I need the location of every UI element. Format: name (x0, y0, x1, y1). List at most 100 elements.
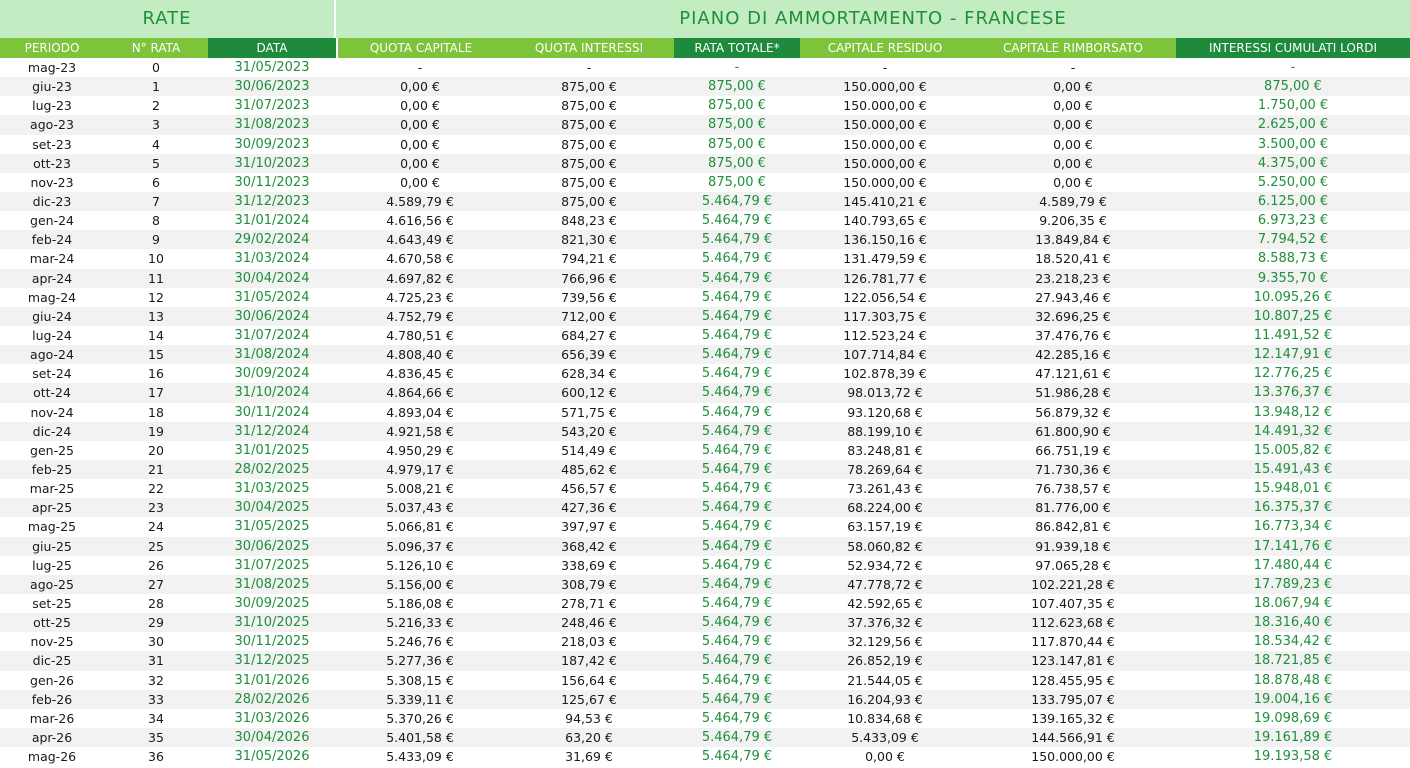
cell-quota-interessi: - (586, 60, 592, 75)
cell-quota-capitale: 4.589,79 € (386, 193, 454, 209)
cell-n-rata: 7 (152, 193, 160, 209)
cell-data: 31/12/2025 (234, 653, 310, 669)
cell-periodo: mar-25 (29, 481, 75, 497)
cell-interessi-cumulati: 17.141,76 € (1253, 538, 1333, 554)
cell-rata-totale: 5.464,79 € (701, 500, 773, 516)
cell-capitale-residuo: 126.781,77 € (843, 270, 927, 286)
cell-quota-capitale: 4.808,40 € (386, 347, 454, 363)
header-data: DATA (208, 38, 336, 58)
cell-n-rata: 17 (148, 385, 164, 401)
header-quota-interessi: QUOTA INTERESSI (504, 38, 674, 58)
cell-data: 31/05/2023 (234, 60, 310, 75)
cell-capitale-residuo: 102.878,39 € (843, 366, 927, 382)
cell-capitale-rimborsato: 150.000,00 € (1031, 749, 1115, 765)
cell-quota-interessi: 397,97 € (561, 519, 617, 535)
cell-periodo: nov-24 (30, 404, 74, 420)
cell-rata-totale: - (734, 60, 740, 75)
cell-n-rata: 25 (148, 538, 164, 554)
cell-periodo: ago-25 (30, 576, 74, 592)
cell-data: 30/06/2023 (234, 79, 310, 95)
cell-n-rata: 21 (148, 461, 164, 477)
cell-quota-interessi: 848,23 € (561, 213, 617, 229)
cell-interessi-cumulati: 11.491,52 € (1253, 327, 1333, 343)
cell-periodo: ott-24 (33, 385, 71, 401)
cell-periodo: apr-25 (31, 500, 73, 516)
cell-capitale-rimborsato: 56.879,32 € (1035, 404, 1111, 420)
cell-data: 31/07/2024 (234, 327, 310, 343)
cell-capitale-residuo: 117.303,75 € (843, 308, 927, 324)
table-row: mag-25 24 31/05/2025 5.066,81 € 397,97 € 5.46… (0, 517, 1410, 536)
cell-quota-capitale: 5.008,21 € (386, 481, 454, 497)
cell-interessi-cumulati: 5.250,00 € (1257, 174, 1329, 190)
cell-capitale-rimborsato: 4.589,79 € (1039, 193, 1107, 209)
cell-capitale-residuo: 73.261,43 € (847, 481, 923, 497)
cell-data: 29/02/2024 (234, 232, 310, 248)
cell-rata-totale: 5.464,79 € (701, 634, 773, 650)
cell-interessi-cumulati: 875,00 € (1264, 79, 1322, 95)
cell-capitale-residuo: 150.000,00 € (843, 117, 927, 133)
cell-capitale-rimborsato: 61.800,90 € (1035, 423, 1111, 439)
cell-capitale-rimborsato: 37.476,76 € (1035, 327, 1111, 343)
cell-periodo: dic-25 (32, 653, 72, 669)
cell-quota-interessi: 875,00 € (561, 136, 617, 152)
cell-rata-totale: 875,00 € (708, 174, 766, 190)
cell-data: 31/05/2026 (234, 749, 310, 765)
cell-n-rata: 30 (148, 634, 164, 650)
cell-interessi-cumulati: 12.776,25 € (1253, 366, 1333, 382)
header-n-rata: N° RATA (104, 38, 208, 58)
cell-capitale-rimborsato: 112.623,68 € (1031, 615, 1115, 631)
cell-quota-capitale: 4.643,49 € (386, 232, 454, 248)
cell-data: 31/12/2023 (234, 193, 310, 209)
cell-quota-interessi: 766,96 € (561, 270, 617, 286)
cell-quota-interessi: 514,49 € (561, 442, 617, 458)
cell-capitale-residuo: 5.433,09 € (851, 729, 919, 745)
cell-periodo: set-24 (32, 366, 72, 382)
cell-quota-capitale: 5.308,15 € (386, 672, 454, 688)
cell-quota-capitale: 5.186,08 € (386, 595, 454, 611)
cell-data: 31/12/2024 (234, 423, 310, 439)
cell-n-rata: 12 (148, 289, 164, 305)
cell-data: 30/09/2024 (234, 366, 310, 382)
cell-capitale-residuo: 47.778,72 € (847, 576, 923, 592)
cell-n-rata: 32 (148, 672, 164, 688)
cell-capitale-rimborsato: 91.939,18 € (1035, 538, 1111, 554)
cell-data: 30/09/2025 (234, 595, 310, 611)
cell-rata-totale: 5.464,79 € (701, 308, 773, 324)
cell-n-rata: 27 (148, 576, 164, 592)
cell-data: 31/05/2024 (234, 289, 310, 305)
cell-data: 30/04/2025 (234, 500, 310, 516)
cell-periodo: mag-23 (27, 60, 77, 75)
cell-n-rata: 34 (148, 710, 164, 726)
cell-quota-capitale: 4.780,51 € (386, 327, 454, 343)
cell-data: 30/04/2024 (234, 270, 310, 286)
table-row: nov-24 18 30/11/2024 4.893,04 € 571,75 € 5.46… (0, 403, 1410, 422)
cell-capitale-residuo: 93.120,68 € (847, 404, 923, 420)
cell-interessi-cumulati: 18.721,85 € (1253, 653, 1333, 669)
cell-capitale-residuo: 150.000,00 € (843, 98, 927, 114)
cell-quota-interessi: 368,42 € (561, 538, 617, 554)
cell-rata-totale: 5.464,79 € (701, 366, 773, 382)
cell-quota-capitale: 5.096,37 € (386, 538, 454, 554)
cell-capitale-rimborsato: 81.776,00 € (1035, 500, 1111, 516)
cell-rata-totale: 875,00 € (708, 136, 766, 152)
cell-capitale-residuo: 37.376,32 € (847, 615, 923, 631)
cell-data: 30/11/2024 (234, 404, 310, 420)
cell-n-rata: 28 (148, 595, 164, 611)
cell-capitale-residuo: 136.150,16 € (843, 232, 927, 248)
cell-periodo: mag-26 (27, 749, 77, 765)
cell-data: 31/01/2026 (234, 672, 310, 688)
cell-quota-interessi: 656,39 € (561, 347, 617, 363)
table-row: gen-26 32 31/01/2026 5.308,15 € 156,64 € 5.46… (0, 671, 1410, 690)
header-periodo: PERIODO (0, 38, 104, 58)
table-row: giu-23 1 30/06/2023 0,00 € 875,00 € 875,00 € 1… (0, 77, 1410, 97)
cell-capitale-residuo: 63.157,19 € (847, 519, 923, 535)
cell-periodo: set-25 (32, 595, 72, 611)
cell-rata-totale: 5.464,79 € (701, 729, 773, 745)
cell-capitale-residuo: 68.224,00 € (847, 500, 923, 516)
cell-n-rata: 33 (148, 691, 164, 707)
cell-quota-interessi: 875,00 € (561, 79, 617, 95)
cell-interessi-cumulati: 14.491,32 € (1253, 423, 1333, 439)
cell-interessi-cumulati: 8.588,73 € (1257, 251, 1329, 267)
cell-capitale-residuo: 122.056,54 € (843, 289, 927, 305)
cell-capitale-rimborsato: 76.738,57 € (1035, 481, 1111, 497)
